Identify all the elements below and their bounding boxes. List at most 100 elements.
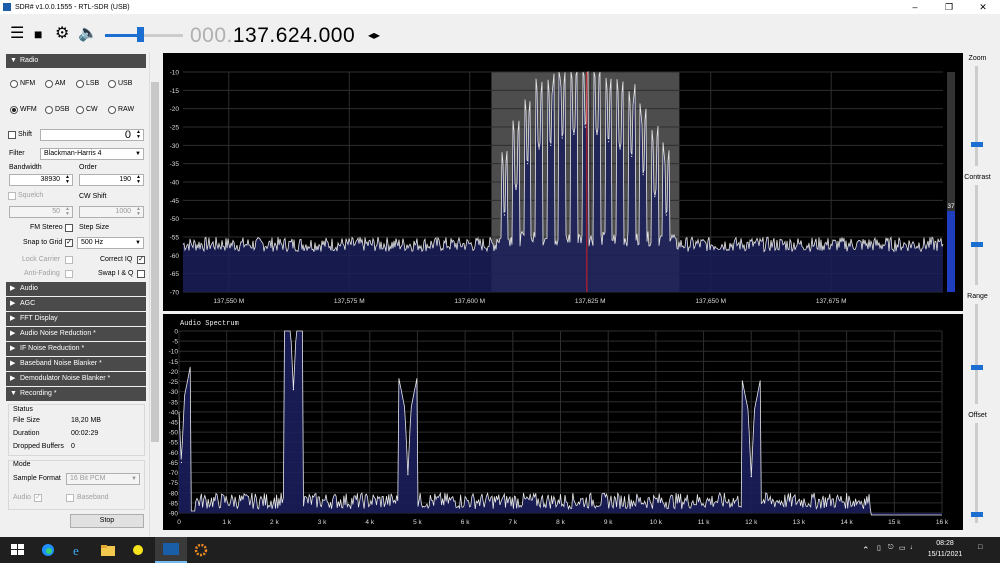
gear-icon[interactable]: ⚙ bbox=[55, 26, 69, 42]
bandwidth-input[interactable]: 38930 ▲ ▼ bbox=[9, 174, 73, 186]
stop-recording-button[interactable]: Stop bbox=[70, 514, 144, 528]
frequency-step-arrows[interactable]: ◂▸ bbox=[368, 28, 380, 42]
mode-raw-radio[interactable] bbox=[108, 106, 116, 114]
audio-noise-reduction-section-header[interactable]: ▶ Audio Noise Reduction * bbox=[6, 327, 146, 341]
offset-slider-thumb[interactable] bbox=[971, 512, 983, 517]
sdrsharp-icon bbox=[163, 543, 179, 555]
baseband-noise-blanker-section-header[interactable]: ▶ Baseband Noise Blanker * bbox=[6, 357, 146, 371]
maximize-button[interactable]: ❐ bbox=[932, 2, 966, 13]
swap-iq-checkbox[interactable] bbox=[137, 270, 145, 278]
yellow-app-icon[interactable] bbox=[130, 543, 146, 557]
mode-dsb-label: DSB bbox=[55, 106, 70, 113]
clock-time[interactable]: 08:28 bbox=[929, 540, 961, 547]
zoom-slider-track[interactable] bbox=[975, 66, 978, 166]
spectrum-peak bbox=[550, 144, 552, 146]
file-explorer-icon[interactable] bbox=[100, 543, 116, 557]
minimize-button[interactable]: – bbox=[898, 2, 932, 13]
frequency-display[interactable]: 000.137.624.000 bbox=[190, 24, 355, 48]
contrast-slider-track[interactable] bbox=[975, 185, 978, 285]
zoom-slider-thumb[interactable] bbox=[971, 142, 983, 147]
y-tick-label: -25 bbox=[170, 125, 180, 132]
y-tick-label: -15 bbox=[169, 359, 179, 366]
demodulator-noise-blanker-section-header[interactable]: ▶ Demodulator Noise Blanker * bbox=[6, 372, 146, 386]
fft-display-section-header[interactable]: ▶ FFT Display bbox=[6, 312, 146, 326]
windows-start-icon[interactable] bbox=[10, 543, 26, 557]
bandwidth-label: Bandwidth bbox=[9, 164, 42, 171]
y-tick-label: -15 bbox=[170, 88, 180, 95]
left-panel-scrollbar-thumb[interactable] bbox=[151, 82, 159, 442]
range-slider-thumb[interactable] bbox=[971, 365, 983, 370]
dropped-buffers-value: 0 bbox=[71, 443, 75, 450]
level-meter-value: 37 bbox=[947, 203, 955, 210]
mode-dsb-radio[interactable] bbox=[45, 106, 53, 114]
snap-to-grid-label: Snap to Grid bbox=[23, 239, 63, 246]
step-size-select[interactable]: 500 Hz ▼ bbox=[77, 237, 144, 249]
recording-section-header[interactable]: ▼ Recording * bbox=[6, 387, 146, 401]
tray-chevron-icon[interactable]: ⌃ bbox=[862, 545, 870, 556]
baseband-record-label: Baseband bbox=[77, 494, 109, 501]
mode-wfm-radio[interactable] bbox=[10, 106, 18, 114]
agc-section-header[interactable]: ▶ AGC bbox=[6, 297, 146, 311]
volume-slider-thumb[interactable] bbox=[137, 27, 144, 42]
tray-display-icon[interactable]: ▭ bbox=[899, 544, 906, 552]
if-noise-reduction-section-header[interactable]: ▶ IF Noise Reduction * bbox=[6, 342, 146, 356]
shift-checkbox[interactable] bbox=[8, 131, 16, 139]
rf-spectrum-chart[interactable]: -10 -15 -20 -25 -30 -35 -40 -45 -50 -55 -60 -65 -70 1… bbox=[163, 53, 963, 311]
squelch-input[interactable]: 50 ▲ ▼ bbox=[9, 206, 73, 218]
edge-browser-icon[interactable] bbox=[40, 543, 56, 557]
filter-select[interactable]: Blackman-Harris 4 ▼ bbox=[40, 148, 144, 160]
stop-icon[interactable]: ■ bbox=[34, 26, 42, 42]
range-label: Range bbox=[967, 293, 988, 300]
left-panel-scrollbar[interactable] bbox=[149, 52, 159, 537]
mode-cw-radio[interactable] bbox=[76, 106, 84, 114]
fm-stereo-label: FM Stereo bbox=[30, 224, 63, 231]
y-tick-label: -60 bbox=[169, 450, 179, 457]
sample-format-select[interactable]: 16 Bit PCM ▼ bbox=[66, 473, 140, 485]
lock-carrier-checkbox[interactable] bbox=[65, 256, 73, 264]
shift-label: Shift bbox=[18, 131, 33, 138]
mode-am-radio[interactable] bbox=[45, 80, 53, 88]
fm-stereo-checkbox[interactable] bbox=[65, 224, 73, 232]
anti-fading-checkbox[interactable] bbox=[65, 270, 73, 278]
close-button[interactable]: ✕ bbox=[966, 2, 1000, 13]
audio-record-label: Audio bbox=[13, 494, 31, 501]
x-tick-label: 10 k bbox=[650, 519, 663, 526]
y-tick-label: -50 bbox=[169, 430, 179, 437]
internet-explorer-icon[interactable]: e bbox=[70, 543, 86, 557]
contrast-slider-thumb[interactable] bbox=[971, 242, 983, 247]
sdrsharp-taskbar-button[interactable] bbox=[155, 537, 187, 563]
snap-to-grid-checkbox[interactable]: ✓ bbox=[65, 239, 73, 247]
baseband-record-checkbox[interactable] bbox=[66, 494, 74, 502]
shift-input[interactable]: 0 ▲ ▼ bbox=[40, 129, 144, 141]
speaker-icon[interactable]: 🔈 bbox=[78, 26, 98, 42]
correct-iq-checkbox[interactable]: ✓ bbox=[137, 256, 145, 264]
clock-date[interactable]: 15/11/2021 bbox=[924, 551, 966, 558]
tray-network-icon[interactable]: ▯ bbox=[877, 544, 881, 552]
radio-section-header[interactable]: ▼ Radio bbox=[6, 54, 146, 68]
order-input[interactable]: 190 ▲ ▼ bbox=[79, 174, 144, 186]
y-tick-label: -45 bbox=[169, 420, 179, 427]
y-tick-label: -5 bbox=[172, 339, 178, 346]
spectrum-peak bbox=[631, 155, 633, 157]
gear-app-icon[interactable] bbox=[193, 543, 209, 557]
range-slider-track[interactable] bbox=[975, 304, 978, 404]
notification-icon[interactable]: □ bbox=[978, 544, 982, 551]
audio-spectrum-panel[interactable]: Audio Spectrum 0 -5 -10 -15 -20 -25 -30 -35 -40 -4… bbox=[163, 314, 963, 530]
mode-lsb-radio[interactable] bbox=[76, 80, 84, 88]
mode-usb-radio[interactable] bbox=[108, 80, 116, 88]
mode-am-label: AM bbox=[55, 80, 66, 87]
audio-section-header[interactable]: ▶ Audio bbox=[6, 282, 146, 296]
menu-icon[interactable]: ☰ bbox=[10, 26, 24, 42]
tray-usb-icon[interactable]: ⎋ bbox=[888, 544, 894, 552]
mode-nfm-radio[interactable] bbox=[10, 80, 18, 88]
y-tick-label: -70 bbox=[170, 290, 180, 297]
audio-spectrum-chart[interactable]: Audio Spectrum0-5-10-15-20-25-30-35-40-4… bbox=[163, 314, 963, 530]
spectrum-peak bbox=[584, 126, 587, 128]
tray-volume-icon[interactable]: ♩ bbox=[910, 544, 917, 551]
rf-spectrum-panel[interactable]: -10 -15 -20 -25 -30 -35 -40 -45 -50 -55 -60 -65 -70 1… bbox=[163, 53, 963, 311]
x-tick-label: 6 k bbox=[461, 519, 470, 526]
cw-shift-input[interactable]: 1000 ▲ ▼ bbox=[79, 206, 144, 218]
squelch-checkbox[interactable] bbox=[8, 192, 16, 200]
offset-slider-track[interactable] bbox=[975, 423, 978, 523]
audio-record-checkbox[interactable]: ✓ bbox=[34, 494, 42, 502]
